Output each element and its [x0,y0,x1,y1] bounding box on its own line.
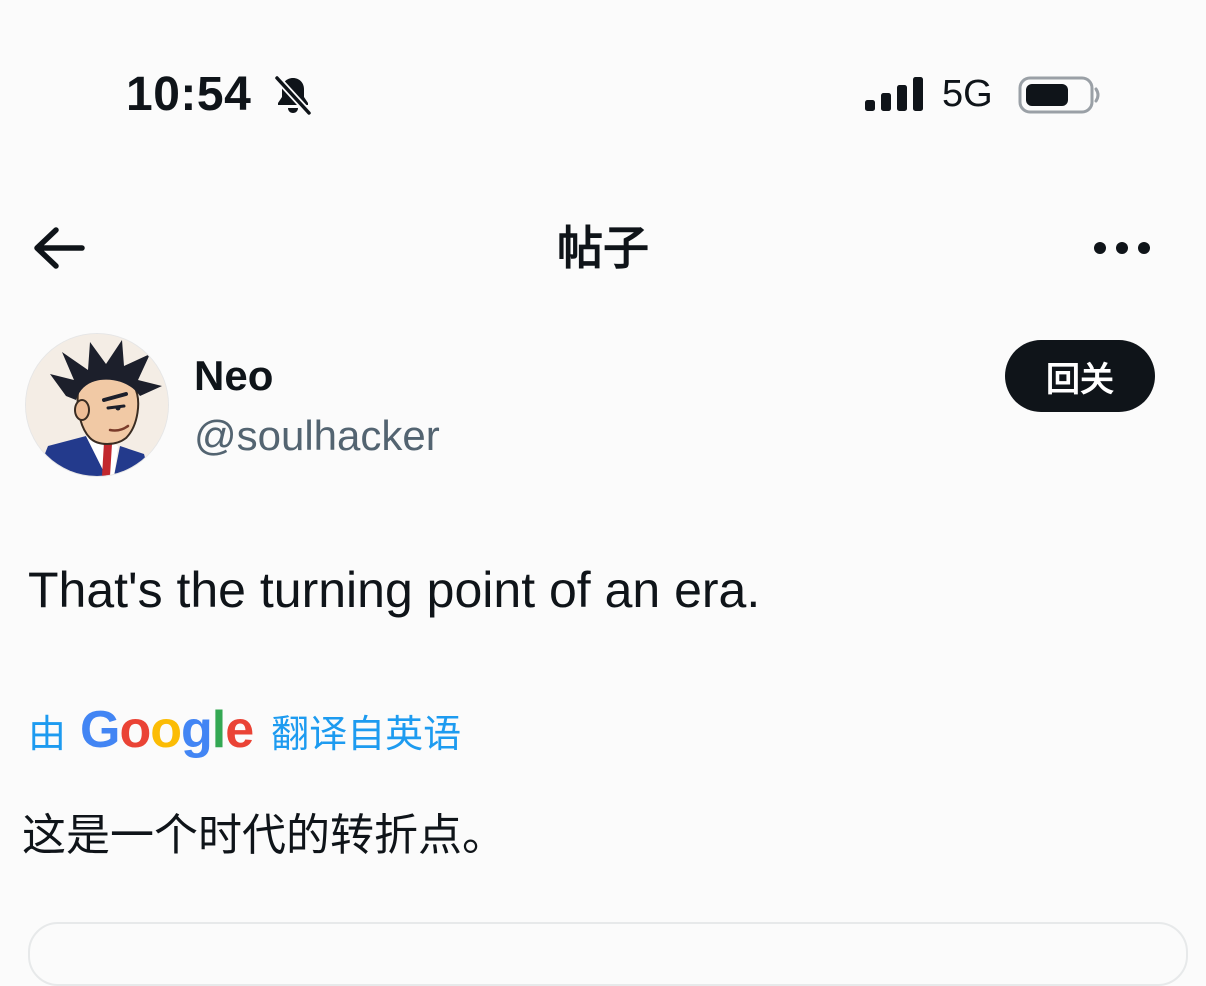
google-logo-letter: g [181,701,213,759]
more-horizontal-icon[interactable] [1090,228,1154,268]
status-bar: 10:54 5G [0,0,1206,190]
bell-slash-icon [274,75,312,116]
post-text: That's the turning point of an era. [28,562,761,618]
author-handle[interactable]: @soulhacker [194,410,440,462]
translate-attribution[interactable]: 由 Google 翻译自英语 [28,700,461,760]
signal-icon [865,77,923,111]
quote-card-edge [28,922,1188,986]
google-logo-letter: l [211,701,226,759]
follow-back-button[interactable]: 回关 [1005,340,1155,412]
translate-suffix: 翻译自英语 [271,711,462,756]
translate-prefix: 由 [28,711,67,756]
battery-icon [1018,76,1100,114]
google-logo-letter: o [119,701,151,759]
google-logo-letter: o [150,701,182,759]
google-logo: Google [80,700,254,760]
author-name[interactable]: Neo [194,350,273,402]
translated-text: 这是一个时代的转折点。 [22,810,506,861]
network-label: 5G [942,73,993,115]
google-logo-letter: e [225,701,254,759]
page-title: 帖子 [557,221,649,275]
avatar-illustration [26,334,168,476]
avatar[interactable] [26,334,168,476]
status-time: 10:54 [126,68,252,121]
google-logo-letter: G [80,701,120,759]
